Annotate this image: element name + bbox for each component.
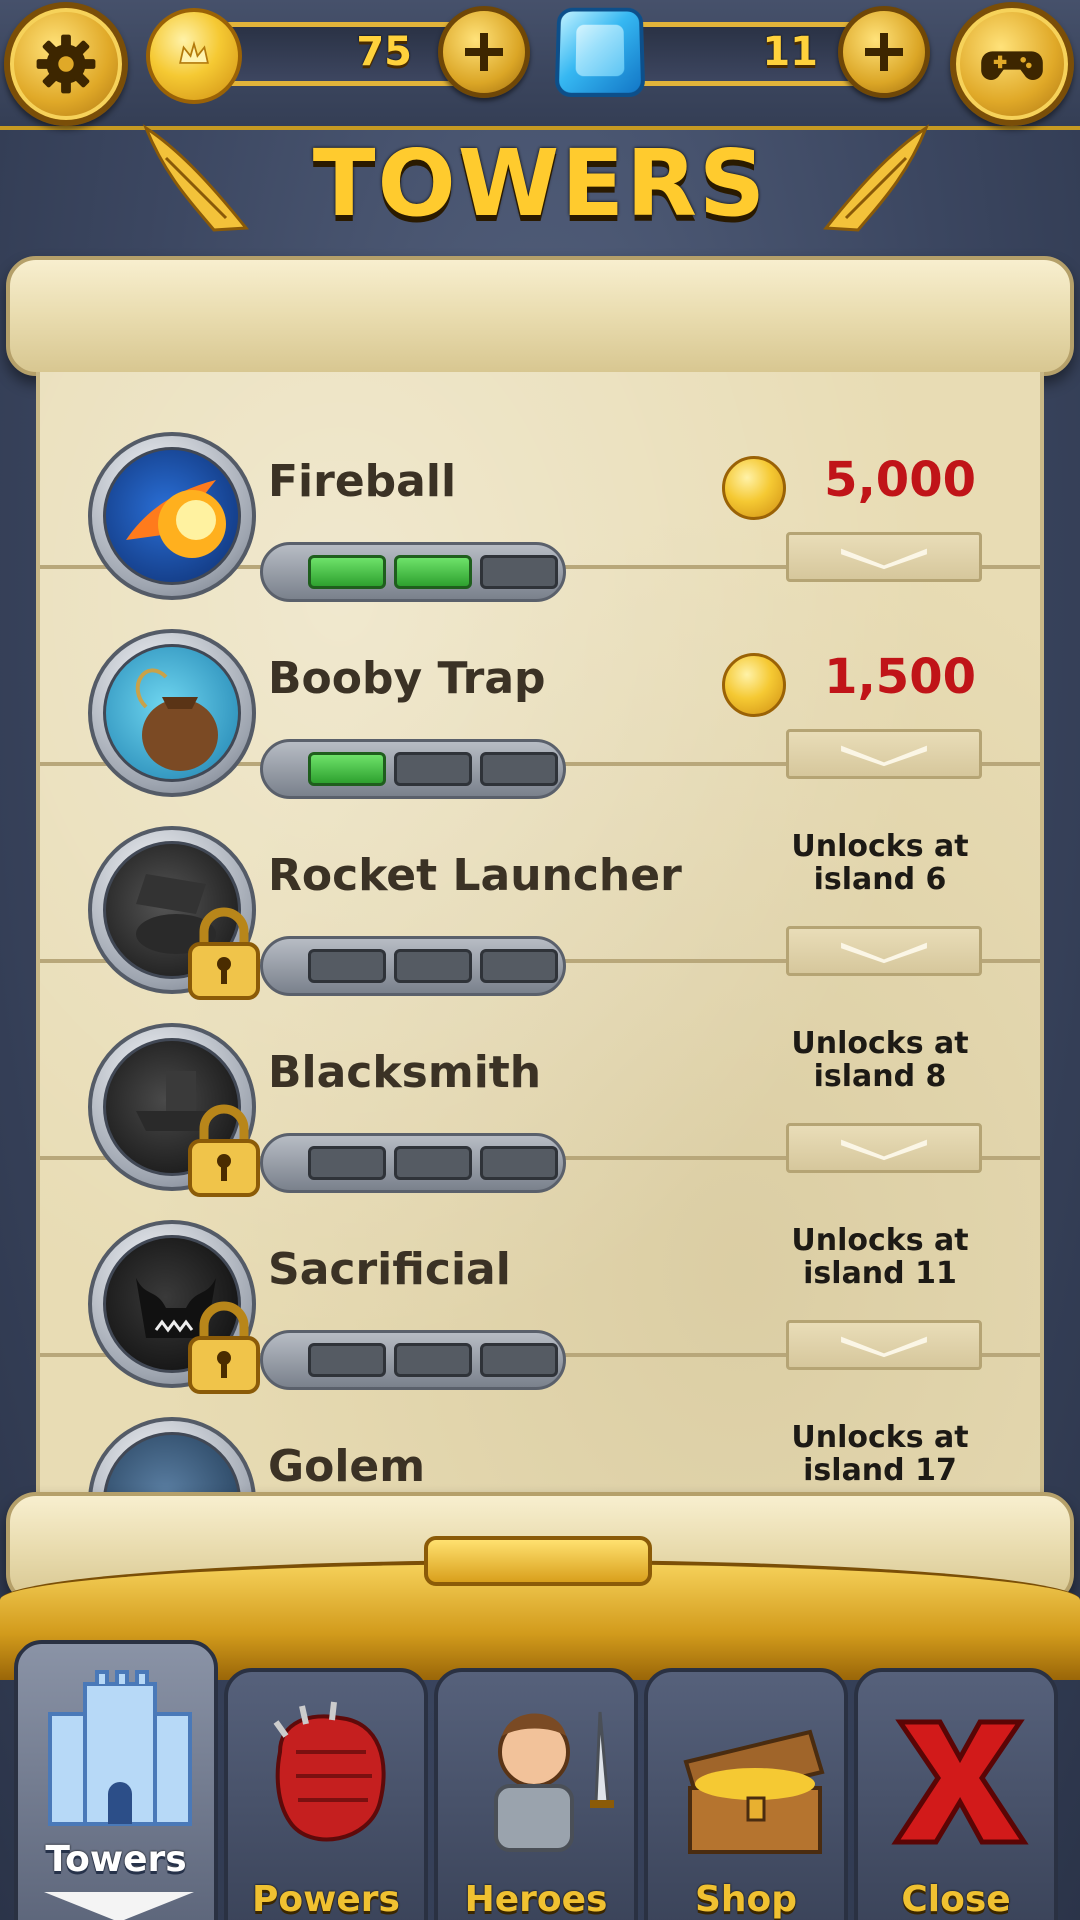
tower-name: Sacrificial <box>268 1244 511 1295</box>
nav-tab-powers[interactable]: Powers <box>224 1668 428 1920</box>
active-tab-indicator <box>44 1892 194 1920</box>
tower-row-rocket-launcher[interactable]: Rocket Launcher Unlocks at island 6 <box>40 766 1040 1000</box>
chevron-down-icon <box>841 548 927 570</box>
nav-label: Towers <box>45 1839 187 1880</box>
fist-icon <box>273 1701 386 1842</box>
buy-coins-button[interactable] <box>438 6 530 98</box>
upgrade-price: 5,000 <box>824 452 976 508</box>
chevron-down-icon <box>841 745 927 767</box>
page-title: TOWERS <box>312 130 768 237</box>
coin-icon <box>146 8 242 104</box>
scroll-top-roll <box>6 256 1074 376</box>
tower-name: Fireball <box>268 456 457 507</box>
tower-row-sacrificial[interactable]: Sacrificial Unlocks at island 11 <box>40 1160 1040 1394</box>
chevron-down-icon <box>841 1139 927 1161</box>
coin-count: 75 <box>356 29 412 75</box>
top-bar: 75 11 <box>0 0 1080 130</box>
gem-count: 11 <box>762 29 818 75</box>
unlock-requirement: Unlocks at island 8 <box>791 1026 969 1094</box>
tower-name: Booby Trap <box>268 653 546 704</box>
tower-name: Rocket Launcher <box>268 850 682 901</box>
game-center-button[interactable] <box>950 2 1074 126</box>
nav-tab-heroes[interactable]: Heroes <box>434 1668 638 1920</box>
gem-icon <box>554 7 646 98</box>
fireball-icon <box>103 447 241 585</box>
hero-icon <box>494 1711 614 1852</box>
tower-row-golem[interactable]: Golem Unlocks at island 17 <box>40 1357 1040 1496</box>
bottom-nav: Towers Powers Heroes Shop Close <box>0 1640 1080 1920</box>
tower-row-blacksmith[interactable]: Blacksmith Unlocks at island 8 <box>40 963 1040 1197</box>
coin-icon <box>722 456 786 520</box>
nav-label: Close <box>901 1879 1011 1920</box>
tower-name: Golem <box>268 1441 426 1492</box>
treasure-chest-icon <box>683 1729 825 1854</box>
unlock-requirement: Unlocks at island 11 <box>791 1223 969 1291</box>
gear-icon <box>36 34 96 94</box>
plus-icon <box>865 33 903 71</box>
chevron-down-icon <box>841 942 927 964</box>
tower-name: Blacksmith <box>268 1047 542 1098</box>
nav-tab-shop[interactable]: Shop <box>644 1668 848 1920</box>
chevron-down-icon <box>841 1336 927 1358</box>
castle-icon <box>48 1670 192 1826</box>
tower-icon-frame <box>88 1417 256 1496</box>
sack-icon <box>103 644 241 782</box>
nav-tab-close[interactable]: Close <box>854 1668 1058 1920</box>
coin-icon <box>722 653 786 717</box>
nav-label: Heroes <box>464 1879 608 1920</box>
tower-row-fireball[interactable]: Fireball 5,000 <box>40 372 1040 602</box>
game-screen: 75 11 TOWERS Fireball 5,000 Booby Trap 1… <box>0 0 1080 1920</box>
unlock-requirement: Unlocks at island 6 <box>791 829 969 897</box>
upgrade-price: 1,500 <box>824 649 976 705</box>
tower-row-booby-trap[interactable]: Booby Trap 1,500 <box>40 569 1040 799</box>
golem-icon <box>103 1432 241 1496</box>
nav-label: Powers <box>252 1879 400 1920</box>
towers-list[interactable]: Fireball 5,000 Booby Trap 1,500 Rocket L… <box>36 372 1044 1496</box>
plus-icon <box>465 33 503 71</box>
buy-gems-button[interactable] <box>838 6 930 98</box>
gamepad-icon <box>981 51 1043 80</box>
settings-button[interactable] <box>4 2 128 126</box>
nav-label: Shop <box>694 1879 798 1920</box>
unlock-requirement: Unlocks at island 17 <box>791 1420 969 1488</box>
scroll-clasp <box>424 1536 652 1586</box>
nav-tab-towers[interactable]: Towers <box>14 1640 218 1920</box>
close-x-icon <box>891 1719 1029 1845</box>
